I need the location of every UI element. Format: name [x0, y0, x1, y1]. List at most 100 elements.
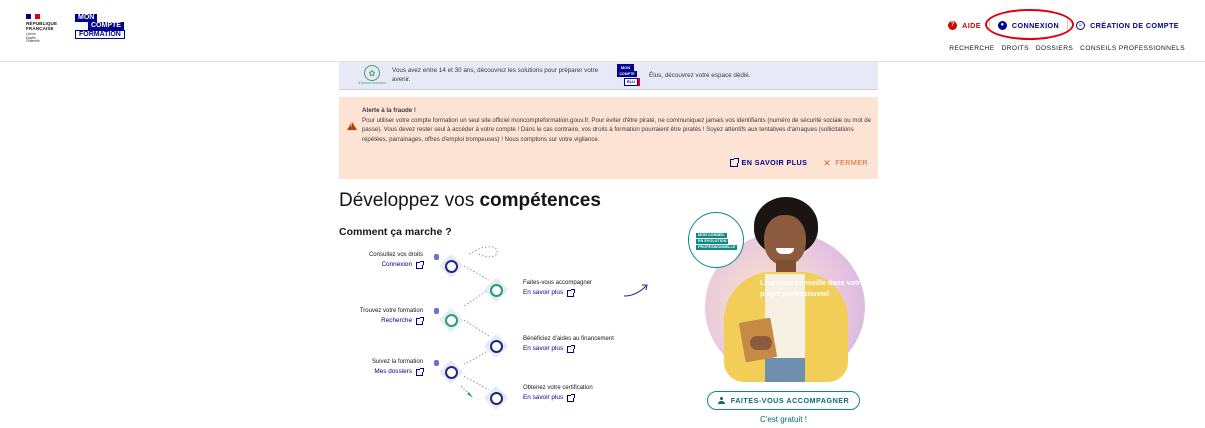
external-link-icon [567, 393, 576, 402]
faites-vous-accompagner-button[interactable]: FAITES-VOUS ACCOMPAGNER [707, 391, 860, 410]
faites-vous-accompagner-label: FAITES-VOUS ACCOMPAGNER [730, 396, 850, 405]
rf-motto: Liberté Égalité Fraternité [26, 32, 70, 44]
step-trouvez-formation: Trouvez votre formation Recherche [339, 307, 424, 326]
elu-logo-elu: ÉLU [624, 78, 638, 86]
step-title: Consultez vos droits [368, 252, 423, 258]
gauge-icon [445, 260, 458, 273]
elus-text[interactable]: Élus, découvrez votre espace dédié. [649, 72, 751, 79]
nav-dossiers[interactable]: DOSSIERS [1036, 45, 1073, 52]
step-certification: Obtenez votre certification En savoir pl… [523, 384, 593, 403]
badge-line-3: PROFESSIONNELLE [696, 245, 738, 250]
step-icon-recherche [434, 307, 464, 333]
close-icon: ✕ [823, 157, 832, 168]
connexion-highlight-ring [985, 9, 1074, 40]
step-link-en-savoir-plus[interactable]: En savoir plus [523, 393, 593, 403]
user-icon [717, 397, 725, 404]
external-link-icon [416, 260, 424, 269]
step-link-en-savoir-plus[interactable]: En savoir plus [523, 288, 592, 298]
step-icon-financement [483, 333, 509, 359]
mon-compte-formation-logo[interactable]: MON COMPTE FORMATION [75, 14, 125, 39]
motto-fraternite: Fraternité [26, 39, 40, 44]
step-title: Bénéficiez d'aides au financement [523, 336, 614, 342]
mon-conseil-evolution-badge[interactable]: MON CONSEIL EN ÉVOLUTION PROFESSIONNELLE [688, 212, 744, 268]
nav-droits[interactable]: DROITS [1002, 45, 1029, 52]
nav-conseils-professionnels[interactable]: CONSEILS PROFESSIONNELS [1080, 45, 1185, 52]
step-icon-dossiers [434, 359, 464, 385]
step-link-label: En savoir plus [523, 345, 564, 352]
main-nav: RECHERCHE DROITS DOSSIERS CONSEILS PROFE… [949, 45, 1185, 52]
mcf-logo-compte: COMPTE [88, 22, 124, 30]
en-savoir-plus-button[interactable]: EN SAVOIR PLUS [729, 157, 808, 167]
step-link-en-savoir-plus[interactable]: En savoir plus [523, 344, 614, 354]
elu-logo-mon: MON [617, 64, 634, 71]
step-link-label: Recherche [381, 317, 412, 324]
step-title: Suivez la formation [371, 359, 423, 365]
alert-body: Pour utiliser votre compte formation un … [362, 117, 871, 143]
step-icon-droits [434, 253, 464, 279]
page-title-bold: compétences [479, 190, 601, 211]
aide-label: AIDE [962, 20, 981, 30]
aide-link[interactable]: ? AIDE [940, 20, 989, 30]
magnifier-icon [445, 314, 458, 327]
step-accompagner: Faites-vous accompagner En savoir plus [523, 279, 592, 298]
alert-title: Alerte à la fraude ! [362, 107, 416, 114]
medal-icon [490, 392, 503, 405]
advisor-photo-hand [750, 336, 772, 350]
jeunes-banner: ✿ #1jeune1solution Vous avez entre 14 et… [339, 62, 878, 90]
mcf-logo-formation: FORMATION [75, 30, 125, 39]
step-icon-accompagner [483, 277, 509, 303]
fermer-button[interactable]: ✕ FERMER [823, 158, 868, 167]
step-title: Trouvez votre formation [359, 308, 423, 314]
step-link-recherche[interactable]: Recherche [339, 316, 424, 326]
step-financement: Bénéficiez d'aides au financement En sav… [523, 335, 614, 354]
section-subtitle: Comment ça marche ? [339, 226, 452, 238]
help-icon: ? [948, 20, 958, 30]
step-link-label: Mes dossiers [374, 368, 412, 375]
cest-gratuit-text: C'est gratuit ! [760, 415, 807, 424]
step-title: Faites-vous accompagner [523, 280, 593, 286]
step-icon-certification [483, 385, 509, 411]
account-icon: ☺ [1076, 20, 1086, 30]
elu-logo-compte: COMPTE [617, 71, 637, 77]
creation-label: CRÉATION DE COMPTE [1090, 20, 1179, 30]
nav-recherche[interactable]: RECHERCHE [949, 45, 994, 52]
pin-marker [434, 254, 439, 260]
advisor-photo-face [764, 215, 806, 265]
republique-francaise-logo[interactable]: RÉPUBLIQUE FRANÇAISE Liberté Égalité Fra… [26, 14, 70, 44]
fermer-label: FERMER [835, 158, 868, 167]
step-link-label: Connexion [381, 261, 412, 268]
coin-icon [490, 340, 503, 353]
step-link-mes-dossiers[interactable]: Mes dossiers [339, 367, 424, 377]
badge-line-2: EN ÉVOLUTION [696, 239, 729, 244]
external-link-icon [729, 157, 739, 167]
step-link-connexion[interactable]: Connexion [339, 260, 424, 270]
external-link-icon [416, 316, 424, 325]
page-title-prefix: Développez vos [339, 190, 480, 211]
site-header: RÉPUBLIQUE FRANÇAISE Liberté Égalité Fra… [0, 0, 1205, 62]
creation-compte-link[interactable]: ☺ CRÉATION DE COMPTE [1068, 20, 1187, 30]
badge-line-1: MON CONSEIL [696, 233, 727, 238]
pin-marker [434, 360, 439, 366]
en-savoir-plus-label: EN SAVOIR PLUS [741, 158, 808, 167]
pin-marker [434, 308, 439, 314]
lisa-message: Lisa vous conseille dans votre projet pr… [760, 278, 865, 298]
1jeune1solution-logo[interactable]: ✿ #1jeune1solution [353, 65, 391, 86]
mon-compte-elu-logo[interactable]: MON COMPTE ÉLU [617, 64, 641, 88]
person-icon [490, 284, 503, 297]
leaf-icon: ✿ [364, 65, 380, 81]
jeunes-text[interactable]: Vous avez entre 14 et 30 ans, découvrez … [392, 66, 607, 84]
alert-actions: EN SAVOIR PLUS ✕ FERMER [729, 157, 868, 167]
jeune-logo-tag: #1jeune1solution [358, 81, 386, 85]
curved-arrow-icon [623, 284, 648, 297]
step-consultez-droits: Consultez vos droits Connexion [339, 251, 424, 270]
external-link-icon [416, 367, 424, 376]
step-suivez-formation: Suivez la formation Mes dossiers [339, 358, 424, 377]
step-link-label: En savoir plus [523, 289, 564, 296]
rf-line-2: FRANÇAISE [26, 26, 54, 31]
folder-icon [445, 366, 458, 379]
external-link-icon [567, 288, 576, 297]
french-flag-icon [26, 14, 41, 19]
advisor-photo-jeans [765, 358, 805, 382]
steps-diagram: Consultez vos droits Connexion Faites-vo… [339, 240, 669, 428]
elu-flag [638, 78, 640, 86]
